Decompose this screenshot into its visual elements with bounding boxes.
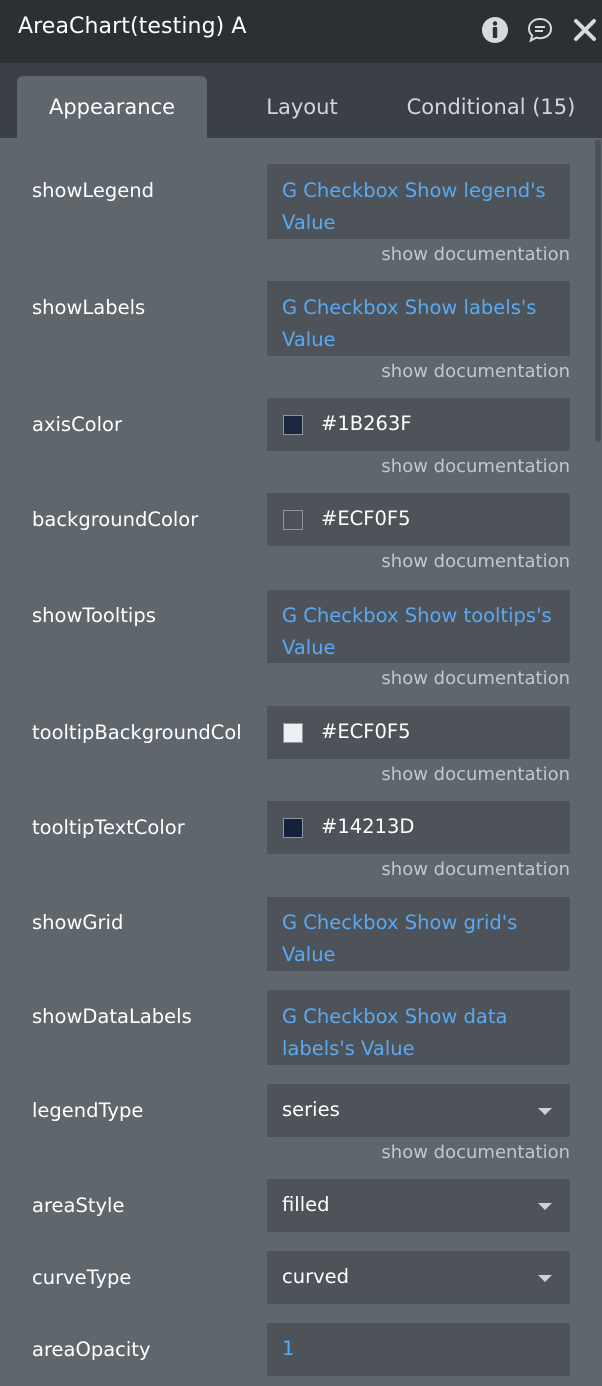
property-label-showdatalabels: showDataLabels: [32, 1005, 192, 1028]
show-documentation-link[interactable]: show documentation: [381, 361, 570, 382]
showtooltips-field[interactable]: G Checkbox Show tooltips's Value: [267, 590, 570, 663]
areaopacity-value[interactable]: 1: [282, 1333, 560, 1365]
property-label-backgroundcolor: backgroundColor: [32, 508, 199, 531]
show-documentation-link[interactable]: show documentation: [381, 859, 570, 880]
show-documentation-link[interactable]: show documentation: [381, 1142, 570, 1163]
panel-title: AreaChart(testing) A: [18, 14, 247, 39]
tab-conditional[interactable]: Conditional (15): [392, 76, 590, 138]
property-label-showtooltips: showTooltips: [32, 604, 156, 627]
property-label-areaopacity: areaOpacity: [32, 1338, 151, 1361]
property-label-tooltiptextcolor: tooltipTextColor: [32, 816, 185, 839]
showgrid-dynamic-value[interactable]: G Checkbox Show grid's Value: [282, 907, 560, 971]
backgroundcolor-hex[interactable]: #ECF0F5: [321, 507, 411, 530]
show-documentation-link[interactable]: show documentation: [381, 764, 570, 785]
showlabels-field[interactable]: G Checkbox Show labels's Value: [267, 281, 570, 356]
color-swatch[interactable]: [283, 723, 303, 743]
comment-icon[interactable]: [526, 16, 554, 44]
axiscolor-field[interactable]: #1B263F: [267, 398, 570, 451]
title-bar: AreaChart(testing) A: [0, 0, 602, 63]
showlegend-dynamic-value[interactable]: G Checkbox Show legend's Value: [282, 175, 560, 239]
legendtype-dropdown[interactable]: series: [267, 1084, 570, 1137]
property-label-showlabels: showLabels: [32, 296, 146, 319]
info-icon[interactable]: [481, 16, 509, 44]
curvetype-selected-value: curved: [282, 1265, 350, 1288]
showtooltips-dynamic-value[interactable]: G Checkbox Show tooltips's Value: [282, 600, 560, 664]
areastyle-selected-value: filled: [282, 1193, 330, 1216]
showlabels-dynamic-value[interactable]: G Checkbox Show labels's Value: [282, 292, 560, 356]
chevron-down-icon[interactable]: [538, 1275, 552, 1282]
show-documentation-link[interactable]: show documentation: [381, 456, 570, 477]
chevron-down-icon[interactable]: [538, 1203, 552, 1210]
property-label-axiscolor: axisColor: [32, 413, 122, 436]
axiscolor-hex[interactable]: #1B263F: [321, 412, 412, 435]
property-label-tooltipbackgroundcol: tooltipBackgroundCol: [32, 721, 242, 744]
showdatalabels-dynamic-value[interactable]: G Checkbox Show data labels's Value: [282, 1001, 560, 1065]
areastyle-dropdown[interactable]: filled: [267, 1179, 570, 1232]
showgrid-field[interactable]: G Checkbox Show grid's Value: [267, 897, 570, 971]
show-documentation-link[interactable]: show documentation: [381, 668, 570, 689]
color-swatch[interactable]: [283, 510, 303, 530]
tooltiptextcolor-hex[interactable]: #14213D: [321, 815, 414, 838]
color-swatch[interactable]: [283, 818, 303, 838]
show-documentation-link[interactable]: show documentation: [381, 244, 570, 265]
chevron-down-icon[interactable]: [538, 1108, 552, 1115]
close-icon[interactable]: [571, 16, 599, 44]
property-label-curvetype: curveType: [32, 1266, 132, 1289]
tab-bar: Appearance Layout Conditional (15): [0, 63, 602, 138]
areaopacity-input[interactable]: 1: [267, 1323, 570, 1376]
showdatalabels-field[interactable]: G Checkbox Show data labels's Value: [267, 990, 570, 1065]
tooltipbackgroundcol-hex[interactable]: #ECF0F5: [321, 720, 411, 743]
property-label-areastyle: areaStyle: [32, 1194, 125, 1217]
legendtype-selected-value: series: [282, 1098, 340, 1121]
property-label-showgrid: showGrid: [32, 911, 124, 934]
property-label-legendtype: legendType: [32, 1099, 144, 1122]
curvetype-dropdown[interactable]: curved: [267, 1251, 570, 1304]
tab-layout[interactable]: Layout: [225, 76, 379, 138]
showlegend-field[interactable]: G Checkbox Show legend's Value: [267, 164, 570, 239]
tooltiptextcolor-field[interactable]: #14213D: [267, 801, 570, 854]
color-swatch[interactable]: [283, 415, 303, 435]
show-documentation-link[interactable]: show documentation: [381, 551, 570, 572]
tooltipbackgroundcol-field[interactable]: #ECF0F5: [267, 706, 570, 759]
tab-appearance[interactable]: Appearance: [17, 76, 207, 138]
panel-scrollbar[interactable]: [595, 140, 601, 442]
property-label-showlegend: showLegend: [32, 179, 155, 202]
backgroundcolor-field[interactable]: #ECF0F5: [267, 493, 570, 546]
